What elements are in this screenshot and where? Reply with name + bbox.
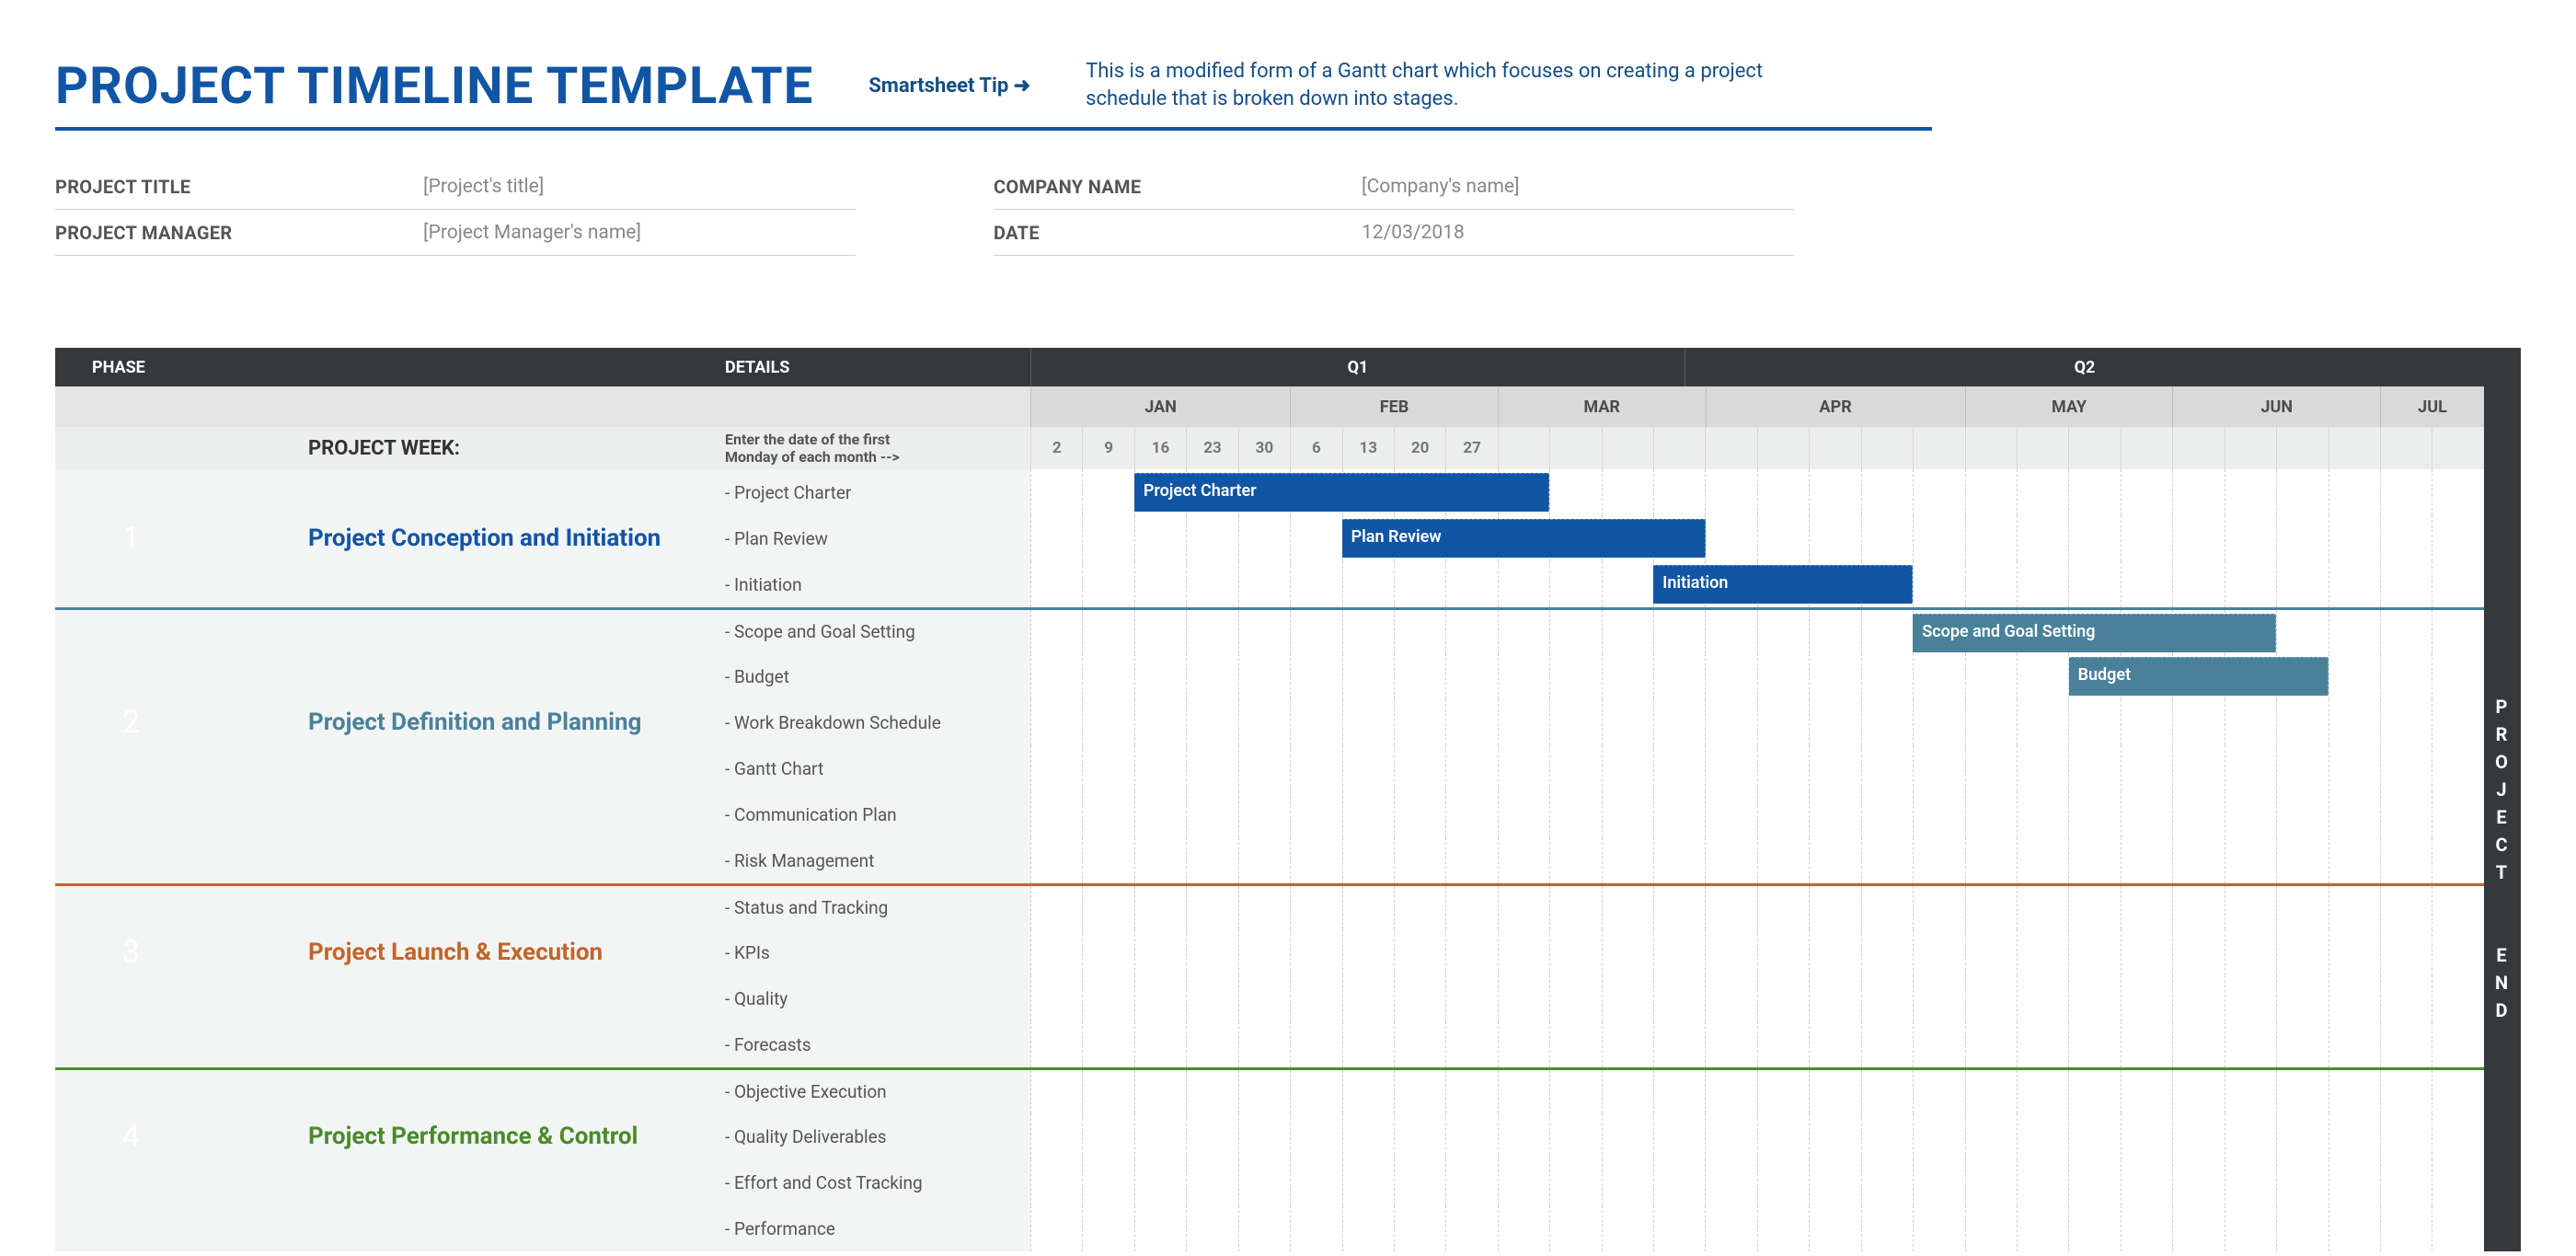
gantt-bar[interactable]: Project Charter <box>1134 473 1549 512</box>
phase-name: Project Performance & Control <box>207 1113 718 1159</box>
date-value[interactable]: 12/03/2018 <box>1362 222 1465 244</box>
task-detail: - Quality Deliverables <box>718 1113 1030 1159</box>
week-cell <box>2121 427 2172 469</box>
week-cell <box>2225 427 2276 469</box>
week-cell <box>2380 427 2432 469</box>
week-cell: 6 <box>1290 427 1341 469</box>
task-detail: - Gantt Chart <box>718 745 1030 791</box>
task-detail: - KPIs <box>718 929 1030 975</box>
quarter-q2: Q2 <box>1685 348 2484 386</box>
date-label: DATE <box>994 222 1362 244</box>
week-cell <box>1757 427 1809 469</box>
page-title: PROJECT TIMELINE TEMPLATE <box>55 55 813 116</box>
week-cell: 23 <box>1186 427 1237 469</box>
project-manager-value[interactable]: [Project Manager's name] <box>423 222 641 244</box>
phase-name: Project Launch & Execution <box>207 929 718 975</box>
task-detail: - Risk Management <box>718 837 1030 883</box>
gantt-bar[interactable]: Plan Review <box>1342 519 1706 558</box>
task-detail: - Effort and Cost Tracking <box>718 1159 1030 1205</box>
task-detail: - Project Charter <box>718 469 1030 515</box>
task-detail: - Quality <box>718 975 1030 1021</box>
task-detail: - Forecasts <box>718 1021 1030 1067</box>
month-jul: JUL <box>2380 386 2484 427</box>
task-detail: - Plan Review <box>718 515 1030 561</box>
week-cell: 13 <box>1342 427 1394 469</box>
phase-number: 4 <box>55 1113 207 1159</box>
details-header: DETAILS <box>718 348 1030 386</box>
task-detail: - Performance <box>718 1205 1030 1251</box>
week-cell <box>2432 427 2483 469</box>
week-cell: 27 <box>1445 427 1497 469</box>
project-week-hint: Enter the date of the first Monday of ea… <box>718 427 1030 469</box>
week-cell <box>1965 427 2017 469</box>
month-jan: JAN <box>1030 386 1290 427</box>
phase-name: Project Definition and Planning <box>207 699 718 745</box>
meta-section: PROJECT TITLE [Project's title] PROJECT … <box>55 164 2521 256</box>
phase-number: 1 <box>55 515 207 561</box>
task-detail: - Budget <box>718 653 1030 699</box>
tip-description: This is a modified form of a Gantt chart… <box>1086 58 1766 112</box>
task-detail: - Scope and Goal Setting <box>718 610 1030 653</box>
phase-name: Project Conception and Initiation <box>207 515 718 561</box>
gantt-bar[interactable]: Budget <box>2069 657 2329 696</box>
task-detail: - Initiation <box>718 561 1030 607</box>
week-cell <box>1602 427 1653 469</box>
company-name-label: COMPANY NAME <box>994 176 1362 198</box>
gantt-bar[interactable]: Scope and Goal Setting <box>1913 614 2276 652</box>
week-cell <box>1653 427 1705 469</box>
week-cell <box>2068 427 2120 469</box>
task-detail: - Work Breakdown Schedule <box>718 699 1030 745</box>
week-cell <box>2017 427 2068 469</box>
week-cell <box>1705 427 1756 469</box>
week-cell <box>1913 427 1964 469</box>
project-week-label: PROJECT WEEK: <box>207 427 718 469</box>
month-apr: APR <box>1706 386 1965 427</box>
phase-number: 2 <box>55 699 207 745</box>
week-cell: 16 <box>1134 427 1186 469</box>
gantt-bar[interactable]: Initiation <box>1653 565 1913 604</box>
week-cell: 30 <box>1238 427 1290 469</box>
company-name-value[interactable]: [Company's name] <box>1362 176 1520 198</box>
project-title-label: PROJECT TITLE <box>55 176 423 198</box>
page-header: PROJECT TIMELINE TEMPLATE Smartsheet Tip… <box>55 55 1932 131</box>
task-detail: - Objective Execution <box>718 1070 1030 1113</box>
project-end-label: PROJECT END <box>2484 467 2521 1250</box>
week-cell <box>2276 427 2328 469</box>
month-mar: MAR <box>1498 386 1706 427</box>
week-cell <box>1549 427 1601 469</box>
week-cell <box>2329 427 2380 469</box>
gantt-table: PHASE DETAILS Q1 Q2 JANFEBMARAPRMAYJUNJU… <box>55 348 2521 1251</box>
week-cell <box>1498 427 1549 469</box>
project-manager-label: PROJECT MANAGER <box>55 222 423 244</box>
month-feb: FEB <box>1290 386 1498 427</box>
smartsheet-tip-link[interactable]: Smartsheet Tip ➜ <box>868 75 1030 98</box>
task-detail: - Communication Plan <box>718 791 1030 837</box>
week-cell <box>1861 427 1913 469</box>
week-cell <box>2172 427 2224 469</box>
month-may: MAY <box>1965 386 2173 427</box>
task-detail: - Status and Tracking <box>718 886 1030 929</box>
week-cell: 2 <box>1030 427 1082 469</box>
month-jun: JUN <box>2172 386 2380 427</box>
phase-header: PHASE <box>55 348 207 386</box>
phase-number: 3 <box>55 929 207 975</box>
week-cell <box>1809 427 1860 469</box>
week-cell: 20 <box>1394 427 1445 469</box>
quarter-q1: Q1 <box>1030 348 1685 386</box>
project-title-value[interactable]: [Project's title] <box>423 176 544 198</box>
week-cell: 9 <box>1082 427 1133 469</box>
